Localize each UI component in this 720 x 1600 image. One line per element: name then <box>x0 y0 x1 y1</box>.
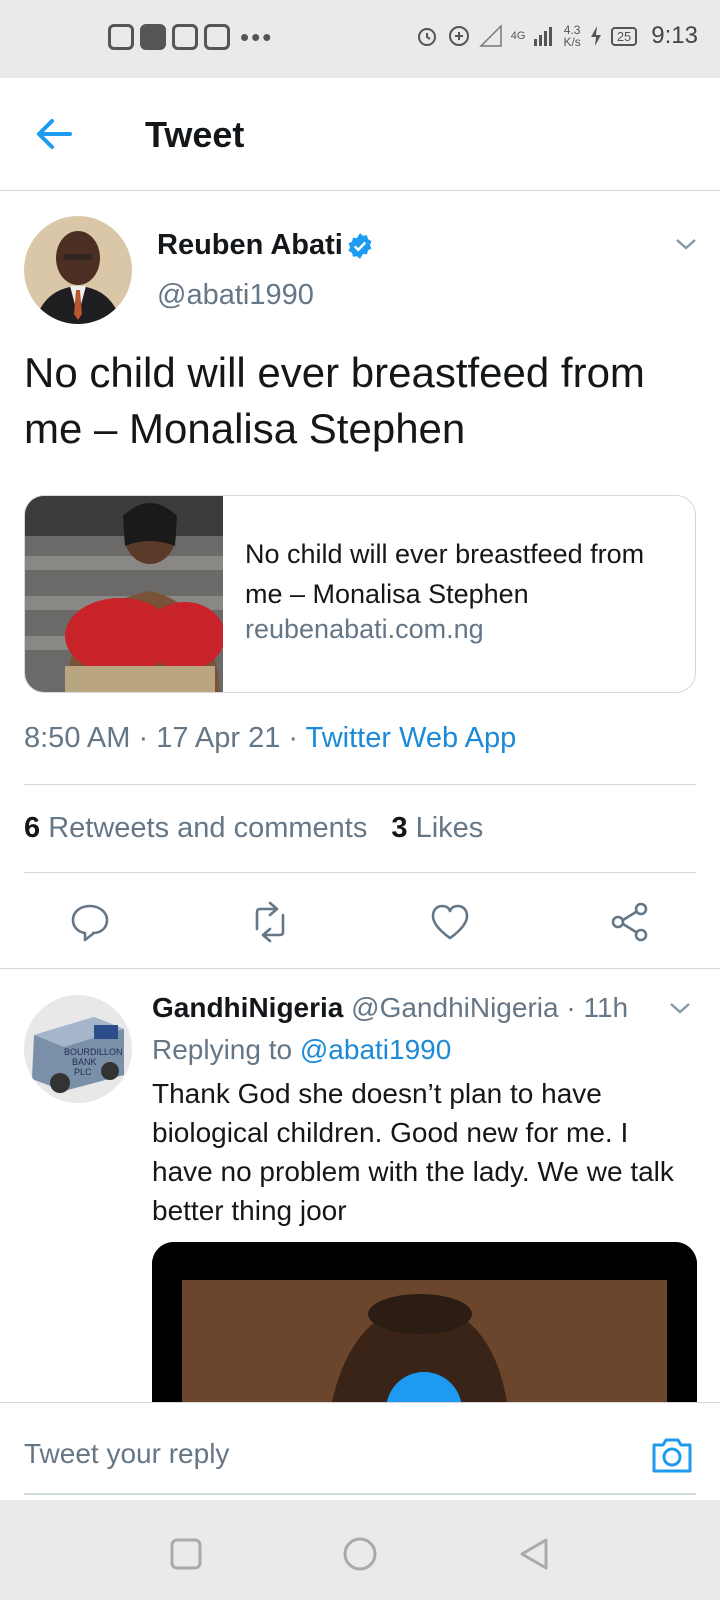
tweet-source[interactable]: Twitter Web App <box>306 722 517 754</box>
back-arrow-icon[interactable] <box>30 112 80 156</box>
reply-media-image <box>152 1242 697 1402</box>
data-saver-icon <box>448 26 469 46</box>
retweet-icon[interactable] <box>248 900 292 944</box>
recent-apps-icon[interactable] <box>168 1536 204 1572</box>
author-handle[interactable]: @abati1990 <box>157 279 314 312</box>
network-speed: 4.3 K/s <box>563 23 581 49</box>
notification-icons: ••• <box>108 24 273 50</box>
divider <box>24 784 696 785</box>
verified-badge-icon <box>348 233 372 259</box>
like-icon[interactable] <box>428 900 472 944</box>
battery-level: 25 <box>610 26 638 46</box>
retweets-label: Retweets and comments <box>48 812 368 844</box>
replying-to-label: Replying to <box>152 1034 293 1065</box>
app-icon <box>140 24 166 50</box>
card-thumbnail <box>25 496 223 692</box>
meta-separator: · <box>566 992 576 1023</box>
link-preview-card[interactable]: No child will ever breastfeed from me – … <box>24 495 696 693</box>
instagram-icon <box>172 24 198 50</box>
replying-to: Replying to @abati1990 <box>152 1034 451 1066</box>
camera-icon[interactable] <box>650 1435 694 1475</box>
chevron-down-icon[interactable] <box>668 1000 692 1016</box>
tweet-date: 17 Apr 21 <box>156 722 281 754</box>
home-icon[interactable] <box>342 1536 378 1572</box>
meta-separator: · <box>288 722 306 754</box>
tweet-meta: 8:50 AM · 17 Apr 21 · Twitter Web App <box>24 722 516 755</box>
charging-icon <box>590 26 601 46</box>
tweet-stats: 6 Retweets and comments 3 Likes <box>24 812 483 845</box>
reply-avatar-image: BOURDILLON BANK PLC <box>24 995 132 1103</box>
likes-stat[interactable]: 3 Likes <box>391 812 483 845</box>
page-title: Tweet <box>145 114 245 155</box>
author-avatar[interactable] <box>24 216 132 324</box>
app-header: Tweet <box>0 78 720 191</box>
card-domain: reubenabati.com.ng <box>245 614 484 644</box>
clock: 9:13 <box>651 22 698 49</box>
reply-input-underline <box>24 1493 696 1495</box>
meta-separator: · <box>138 722 157 754</box>
tweet-text: No child will ever breastfeed from me – … <box>24 349 645 452</box>
avatar-text-2: BANK <box>72 1057 97 1067</box>
avatar-text-3: PLC <box>74 1067 92 1077</box>
retweets-stat[interactable]: 6 Retweets and comments <box>24 812 367 845</box>
retweets-count: 6 <box>24 812 41 844</box>
likes-label: Likes <box>415 812 484 844</box>
reply-media[interactable] <box>152 1242 697 1402</box>
more-notifications-icon: ••• <box>240 22 274 52</box>
reply-author-avatar[interactable]: BOURDILLON BANK PLC <box>24 995 132 1103</box>
reply-age: 11h <box>583 992 629 1023</box>
reply-icon[interactable] <box>68 900 112 944</box>
author-photo <box>24 216 132 324</box>
back-icon[interactable] <box>516 1536 552 1572</box>
reply-input[interactable]: Tweet your reply <box>24 1438 229 1470</box>
share-icon[interactable] <box>608 900 652 944</box>
signal-empty-icon <box>478 24 502 47</box>
reply-author-name[interactable]: GandhiNigeria <box>152 992 343 1023</box>
signal-icon <box>534 27 553 46</box>
replying-to-handle[interactable]: @abati1990 <box>300 1034 451 1065</box>
status-bar: ••• 4G 4.3 K/s 25 9:13 <box>0 0 720 78</box>
reply-composer: Tweet your reply <box>0 1402 720 1501</box>
reply-text: Thank God she doesn’t plan to have biolo… <box>152 1078 674 1226</box>
author-name[interactable]: Reuben Abati <box>157 229 343 262</box>
card-title: No child will ever breastfeed from me – … <box>245 539 645 609</box>
reply-author-handle[interactable]: @GandhiNigeria <box>351 992 558 1023</box>
instagram-icon <box>204 24 230 50</box>
avatar-text-1: BOURDILLON <box>64 1047 123 1057</box>
chevron-down-icon[interactable] <box>674 236 698 252</box>
news-icon <box>108 24 134 50</box>
system-nav-bar <box>0 1500 720 1600</box>
divider <box>24 872 696 873</box>
divider <box>0 968 720 969</box>
likes-count: 3 <box>391 812 408 844</box>
system-icons: 4G 4.3 K/s 25 9:13 <box>415 22 698 50</box>
alarm-icon <box>417 28 436 46</box>
network-type: 4G <box>510 30 526 42</box>
tweet-time: 8:50 AM <box>24 722 131 754</box>
reply-header: GandhiNigeria @GandhiNigeria · 11h <box>152 992 628 1024</box>
